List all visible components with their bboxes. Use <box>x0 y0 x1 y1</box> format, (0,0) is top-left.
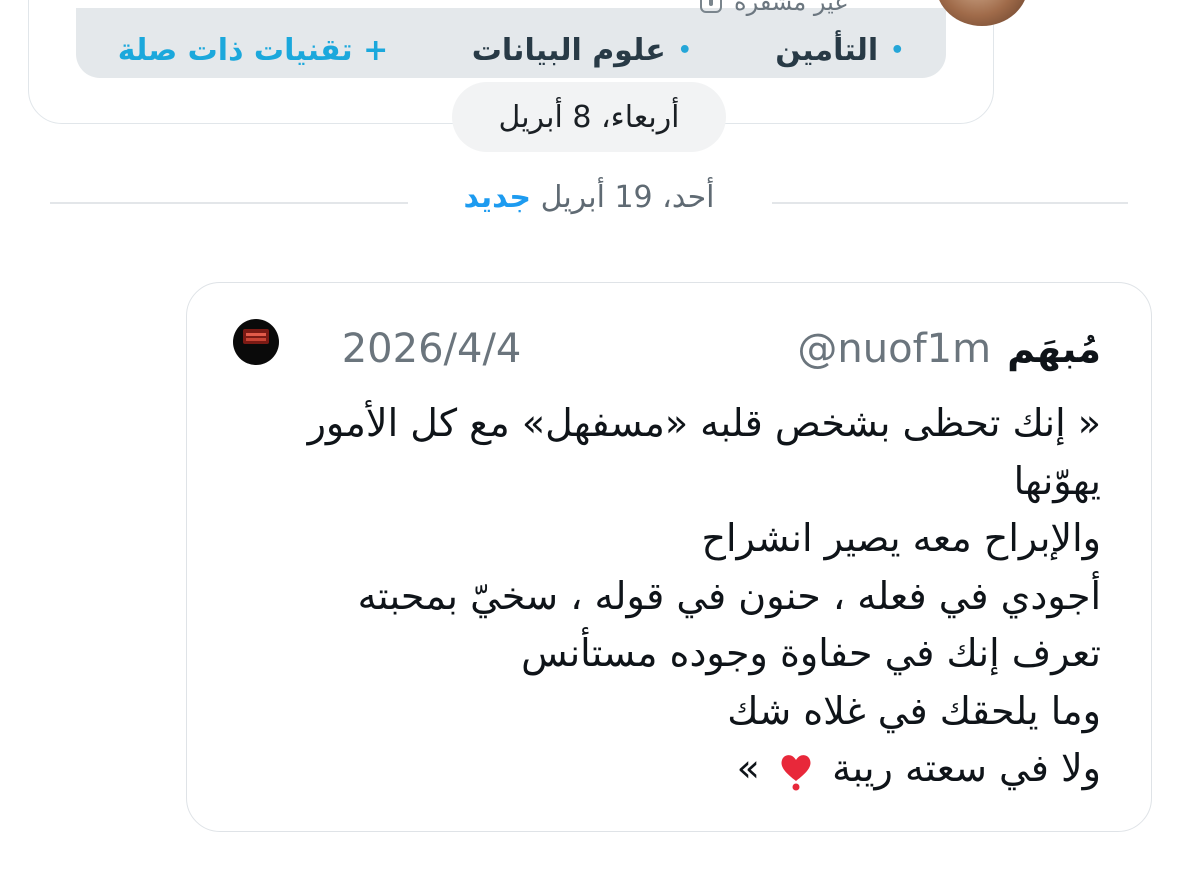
post-line: « إنك تحظى بشخص قلبه «مسفهل» مع كل الأمو… <box>307 401 1101 445</box>
heart-exclamation-icon <box>781 754 811 790</box>
post-header: مُبهَم @nuof1m 2026/4/4 <box>233 319 1101 379</box>
post-date: 2026/4/4 <box>341 326 522 372</box>
post-text: « إنك تحظى بشخص قلبه «مسفهل» مع كل الأمو… <box>221 395 1101 798</box>
divider-line-right <box>772 202 1128 204</box>
tag-chip: • التأمين <box>775 33 904 68</box>
encryption-status: غير مشفرة <box>700 0 847 16</box>
post-line: وما يلحقك في غلاه شك <box>727 688 1101 733</box>
bullet-icon: • <box>677 37 692 63</box>
date-separator-label: أربعاء، 8 أبريل <box>498 99 680 135</box>
tag-label: + تقنيات ذات صلة <box>117 32 389 68</box>
post-line: تعرف إنك في حفاوة وجوده مستأنس <box>521 631 1101 675</box>
tag-label: علوم البيانات <box>471 32 666 68</box>
post-line: ولا في سعته ريبة <box>832 746 1101 790</box>
chat-view: • التأمين • علوم البيانات + تقنيات ذات ص… <box>0 0 1179 879</box>
link-preview-tags[interactable]: • التأمين • علوم البيانات + تقنيات ذات ص… <box>76 8 946 78</box>
tag-row: • التأمين • علوم البيانات + تقنيات ذات ص… <box>76 26 946 74</box>
divider-date: أحد، 19 أبريل <box>540 180 715 215</box>
post-line-last: ولا في سعته ريبة » <box>221 740 1101 798</box>
new-messages-divider: أحد، 19 أبريل جديد <box>420 180 758 215</box>
post-line: أجودي في فعله ، حنون في قوله ، سخيّ بمحب… <box>357 573 1101 618</box>
author-name[interactable]: مُبهَم <box>1007 327 1101 371</box>
post-line: والإبراح معه يصير انشراح <box>701 516 1101 560</box>
unlocked-icon <box>700 0 722 13</box>
new-label: جديد <box>463 180 532 215</box>
quoted-post-card[interactable]: مُبهَم @nuof1m 2026/4/4 « إنك تحظى بشخص … <box>186 282 1152 832</box>
encryption-label: غير مشفرة <box>734 0 847 16</box>
tag-chip: • علوم البيانات <box>472 33 692 68</box>
tag-label: التأمين <box>775 32 879 68</box>
author-handle[interactable]: @nuof1m <box>797 326 991 372</box>
post-line: يهوّنها <box>1013 458 1101 503</box>
avatar[interactable] <box>233 319 279 365</box>
divider-line-left <box>50 202 408 204</box>
date-separator: أربعاء، 8 أبريل <box>452 82 726 152</box>
closing-quote: » <box>736 746 760 790</box>
bullet-icon: • <box>890 37 905 63</box>
tag-chip: + تقنيات ذات صلة <box>118 33 388 68</box>
